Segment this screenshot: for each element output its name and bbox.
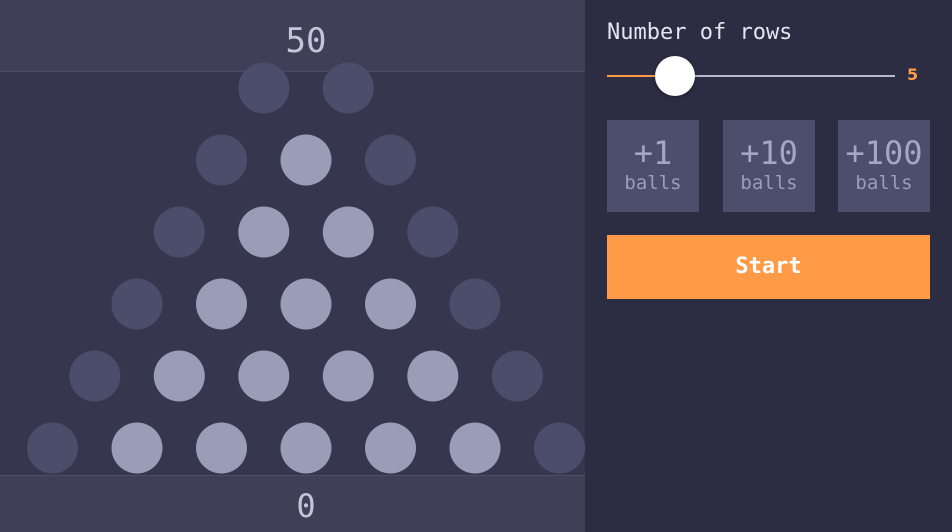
peg: [280, 278, 332, 330]
peg-edge: [365, 134, 416, 186]
peg: [196, 278, 247, 330]
add-10-amount: +10: [740, 134, 798, 172]
rows-slider-thumb[interactable]: [654, 56, 695, 96]
peg-edge: [449, 278, 501, 330]
peg: [280, 134, 332, 186]
add-1-amount: +1: [633, 134, 673, 172]
add-1-unit: balls: [624, 172, 682, 194]
start-button[interactable]: Start: [607, 235, 930, 299]
peg: [365, 422, 416, 474]
peg-edge: [27, 422, 78, 474]
ball-count-top: 50: [285, 21, 327, 61]
peg-edge: [196, 134, 247, 186]
ball-count-bottom: 0: [296, 487, 316, 525]
peg: [153, 350, 205, 402]
peg: [407, 350, 459, 402]
peg-edge: [153, 206, 205, 258]
peg: [196, 422, 247, 474]
peg: [238, 350, 290, 402]
peg: [365, 278, 416, 330]
peg: [322, 350, 374, 402]
peg-edge: [69, 350, 121, 402]
peg: [238, 206, 290, 258]
peg: [280, 422, 332, 474]
rows-label: Number of rows: [607, 20, 793, 45]
add-1-ball-button[interactable]: +1 balls: [607, 120, 699, 212]
add-100-amount: +100: [845, 134, 923, 172]
peg-edge: [491, 350, 543, 402]
control-panel: Number of rows 5 +1 balls +10 balls +100…: [585, 0, 952, 532]
peg-edge: [534, 422, 585, 474]
peg: [322, 206, 374, 258]
galton-board-app: 50 0 Number of rows 5 +1 balls +10 balls…: [0, 0, 952, 532]
rows-slider[interactable]: [607, 56, 895, 96]
add-100-unit: balls: [855, 172, 913, 194]
add-100-balls-button[interactable]: +100 balls: [838, 120, 930, 212]
peg-edge: [111, 278, 163, 330]
add-10-unit: balls: [740, 172, 798, 194]
peg: [111, 422, 163, 474]
add-10-balls-button[interactable]: +10 balls: [723, 120, 815, 212]
peg: [449, 422, 501, 474]
rows-value: 5: [907, 65, 919, 84]
peg-edge: [407, 206, 459, 258]
